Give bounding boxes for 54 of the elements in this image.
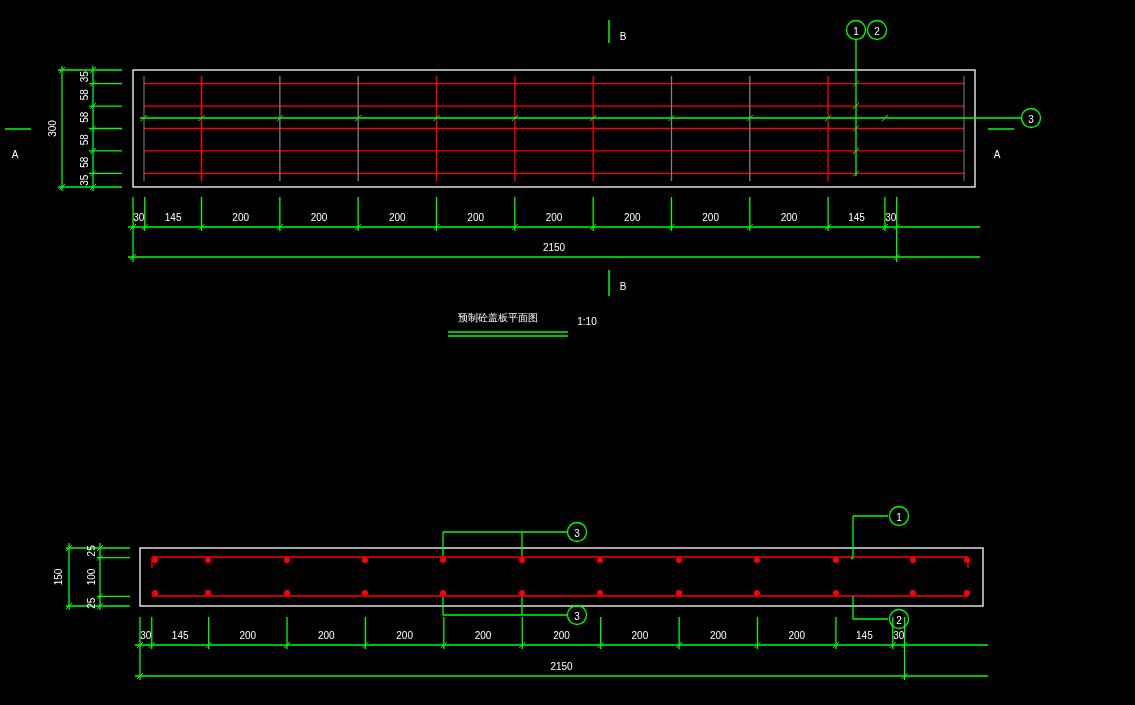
callout-marker: 1 xyxy=(888,505,910,527)
dimension-label: 200 xyxy=(310,212,328,223)
section-label: A xyxy=(11,149,19,160)
dimension-label: 58 xyxy=(79,89,90,101)
section-mark-line xyxy=(4,128,32,130)
dimension-label: 25 xyxy=(86,597,97,609)
dimension-label: 30 xyxy=(893,630,905,641)
dimension-label: 300 xyxy=(47,120,58,137)
dimension-label: 200 xyxy=(396,630,413,641)
callout-marker: 2 xyxy=(866,19,888,41)
dimension-label: 200 xyxy=(239,630,257,641)
dimension-label: 25 xyxy=(86,545,97,557)
callout-marker: 3 xyxy=(566,521,588,543)
dimension-label: 200 xyxy=(702,212,719,223)
dimension-label: 145 xyxy=(848,212,865,223)
callout-marker: 3 xyxy=(566,604,588,626)
dimension-lines-drawing xyxy=(65,542,131,611)
callout-marker: 2 xyxy=(888,608,910,630)
dimension-label: 200 xyxy=(467,212,484,223)
dimension-label: 35 xyxy=(79,71,90,83)
dimension-label: 150 xyxy=(53,568,64,586)
dimension-label: 200 xyxy=(780,212,798,223)
scale-label: 1:10 xyxy=(577,316,597,327)
dimension-label: 145 xyxy=(164,212,182,223)
dimension-label: 2150 xyxy=(542,242,566,253)
dimension-label: 145 xyxy=(856,630,873,641)
dimension-label: 200 xyxy=(232,212,250,223)
dimension-label: 200 xyxy=(545,212,563,223)
dimension-label: 200 xyxy=(710,630,727,641)
leader-line xyxy=(852,595,889,620)
section-mark-line xyxy=(608,269,610,297)
dimension-label: 200 xyxy=(788,630,806,641)
dimension-label: 200 xyxy=(631,630,649,641)
dimension-label: 200 xyxy=(553,630,570,641)
dimension-label: 2150 xyxy=(550,661,573,672)
dimension-label: 200 xyxy=(474,630,492,641)
drawing-title: 预制砼盖板平面图 xyxy=(458,312,538,323)
dimension-label: 200 xyxy=(624,212,641,223)
dimension-label: 200 xyxy=(317,630,335,641)
dimension-label: 200 xyxy=(389,212,406,223)
section-mark-line xyxy=(608,19,610,44)
dimension-label: 35 xyxy=(79,174,90,186)
dimension-label: 58 xyxy=(79,111,90,123)
section-mark-line xyxy=(987,128,1015,130)
dimension-label: 58 xyxy=(79,156,90,168)
section-label: B xyxy=(619,31,627,42)
dimension-label: 58 xyxy=(79,134,90,146)
leader-line xyxy=(850,515,889,560)
callout-marker: 1 xyxy=(845,19,867,41)
callout-marker: 3 xyxy=(1020,107,1042,129)
dimension-label: 145 xyxy=(171,630,189,641)
dimension-label: 100 xyxy=(86,568,97,586)
section-label: B xyxy=(619,281,627,292)
section-label: A xyxy=(993,149,1001,160)
